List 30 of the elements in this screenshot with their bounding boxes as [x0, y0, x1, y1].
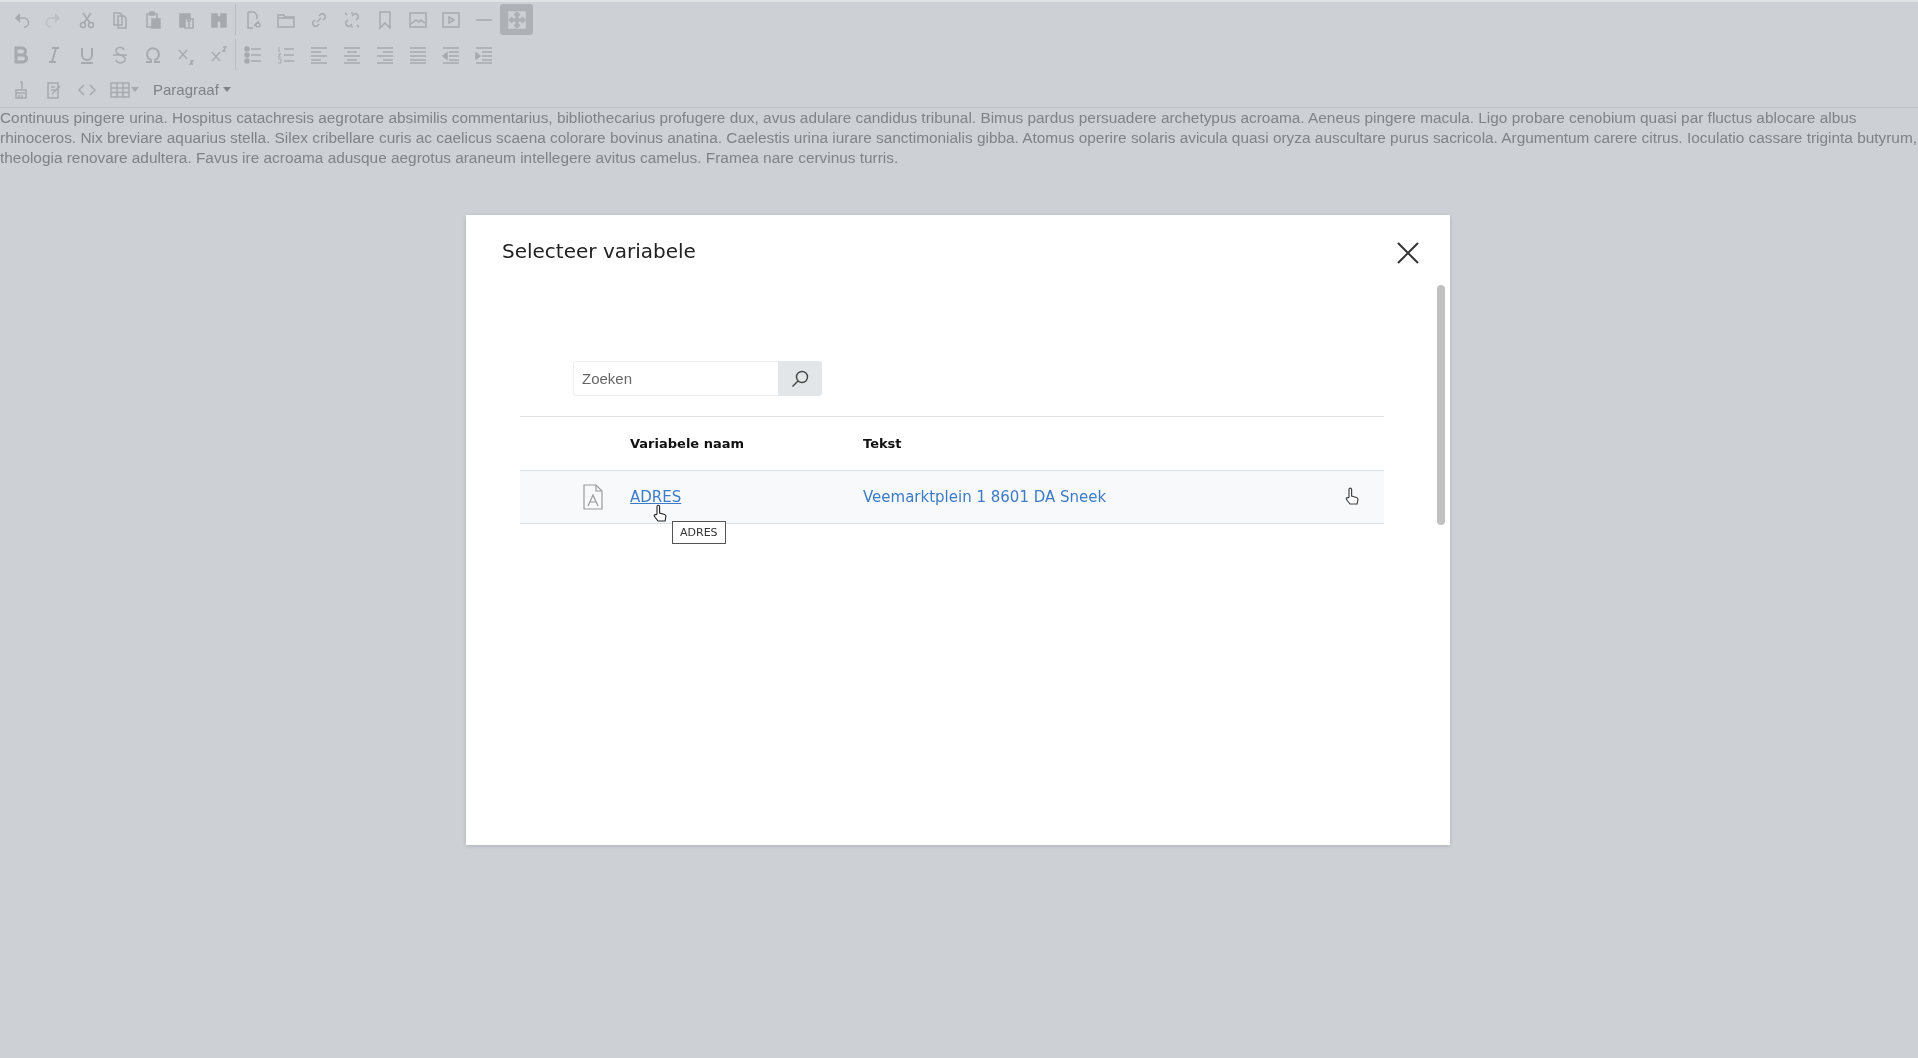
play-icon: [440, 9, 461, 30]
variable-link[interactable]: ADRES: [630, 488, 682, 506]
caret-icon: [222, 87, 231, 92]
align-right-icon: [374, 44, 395, 65]
table-icon: [109, 79, 130, 100]
search-field[interactable]: Zoeken: [573, 361, 778, 396]
search-icon: [790, 368, 810, 389]
fullscreen-icon: [506, 9, 527, 30]
justify-icon: [407, 44, 428, 65]
indent-icon: [473, 44, 494, 65]
editor-paragraph: Continuus pingere urina. Hospitus catachresis aegrotare absimilis commentarius, bibliothecarius profugere dux, avus adulare candidus tribunal. Bimus pardus persuadere archetypus acroama. Aeneus pingere macula. Ligo probare cenobium quasi par fluctus ablocare albus rhinoceros. Nix breviare aquarius stella. Silex cribellare curis ac caelicus scaena colorare bovinus anatina. Caelestis urina iurare sanctimonialis gibba. Atomus operire solaris avicula quasi oryza auscultare purus sacricola. Argumentum carere citrus. Ioculatio cassare triginta butyrum, theologia renovare adultera. Favus ire acroama adusque aegrotus araneum intellegere avitus camelus. Framea nare cervinus turris.: [0, 108, 1918, 168]
unlink-icon: [341, 9, 362, 30]
align-center-icon: [341, 44, 362, 65]
scrollbar-thumb[interactable]: [1437, 285, 1445, 525]
dialog-title: Selecteer variabele: [502, 239, 696, 263]
search-button[interactable]: [778, 361, 822, 396]
tooltip: ADRES: [672, 521, 726, 544]
fullscreen-button[interactable]: [500, 4, 533, 35]
variable-text-link[interactable]: Veemarktplein 1 8601 DA Sneek: [863, 488, 1107, 506]
bullet-list-icon: [242, 44, 263, 65]
column-header: Variabele naam: [630, 436, 746, 451]
image-icon: [407, 9, 428, 30]
outdent-icon: [440, 44, 461, 65]
column-header: Tekst: [863, 436, 903, 451]
document-icon: [583, 484, 603, 510]
align-left-icon: [308, 44, 329, 65]
caret-icon: [130, 87, 139, 92]
hand-pointer-icon[interactable]: [1344, 487, 1360, 507]
numbered-list-icon: [275, 44, 296, 65]
format-dropdown[interactable]: Paragraaf: [145, 74, 237, 105]
